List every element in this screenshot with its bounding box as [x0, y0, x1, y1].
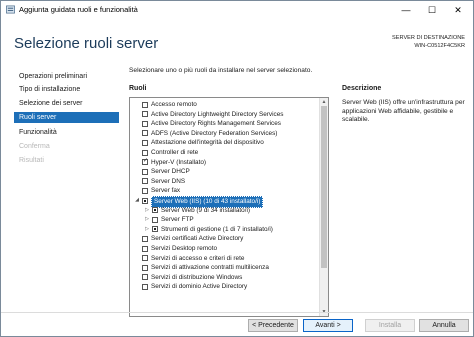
- role-label: Servizi di distribuzione Windows: [151, 273, 243, 281]
- role-label: Server DNS: [151, 177, 186, 185]
- role-row[interactable]: Servizi di attivazione contratti multili…: [130, 263, 316, 273]
- role-row[interactable]: Active Directory Rights Management Servi…: [130, 119, 316, 129]
- role-row[interactable]: ▷ Server Web (9 di 34 installato/i): [130, 206, 316, 216]
- role-row[interactable]: Attestazione dell'integrità del disposit…: [130, 138, 316, 148]
- destination-server-name: WIN-C0512F4C5KR: [414, 43, 465, 49]
- role-row[interactable]: Server fax: [130, 186, 316, 196]
- previous-button[interactable]: < Precedente: [248, 319, 298, 332]
- scroll-up-icon[interactable]: ▲: [320, 98, 328, 106]
- role-row[interactable]: Hyper-V (Installato): [130, 157, 316, 168]
- nav-item-tipo-installazione[interactable]: Tipo di installazione: [19, 84, 119, 95]
- role-row[interactable]: Server DHCP: [130, 167, 316, 177]
- scrollbar-thumb[interactable]: [321, 106, 327, 268]
- role-checkbox[interactable]: [142, 264, 148, 271]
- minimize-button[interactable]: —: [393, 1, 419, 19]
- role-row[interactable]: Server DNS: [130, 177, 316, 187]
- footer-divider: [1, 312, 473, 313]
- title-bar[interactable]: Aggiunta guidata ruoli e funzionalità — …: [1, 1, 473, 19]
- role-label: Servizi Desktop remoto: [151, 245, 218, 252]
- role-row[interactable]: Active Directory Lightweight Directory S…: [130, 110, 316, 120]
- role-label: Accesso remoto: [151, 101, 197, 108]
- close-button[interactable]: ✕: [445, 1, 471, 19]
- role-row[interactable]: Servizi di distribuzione Windows: [130, 273, 316, 283]
- role-label: Attestazione dell'integrità del disposit…: [151, 139, 264, 147]
- destination-label: SERVER DI DESTINAZIONE: [392, 35, 465, 41]
- role-row[interactable]: Controller di rete: [130, 148, 316, 158]
- maximize-button[interactable]: ☐: [419, 1, 445, 19]
- role-label: Servizi di dominio Active Directory: [151, 283, 248, 291]
- roles-scrollbar[interactable]: ▲ ▼: [319, 98, 328, 316]
- role-checkbox[interactable]: [142, 149, 148, 156]
- server-manager-icon: [6, 5, 15, 14]
- role-label: ADFS (Active Directory Federation Servic…: [151, 129, 278, 137]
- intro-text: Selezionare uno o più ruoli da installar…: [129, 67, 313, 74]
- role-checkbox[interactable]: [152, 216, 158, 223]
- role-checkbox[interactable]: [142, 101, 148, 108]
- next-button[interactable]: Avanti >: [303, 319, 353, 332]
- role-checkbox[interactable]: [142, 197, 148, 204]
- role-checkbox[interactable]: [142, 235, 148, 242]
- expand-closed-icon[interactable]: ▷: [144, 206, 150, 216]
- role-label: Servizi di accesso e criteri di rete: [151, 254, 245, 262]
- expand-closed-icon[interactable]: ▷: [144, 215, 150, 225]
- role-checkbox[interactable]: [142, 168, 148, 175]
- role-row[interactable]: ADFS (Active Directory Federation Servic…: [130, 129, 316, 139]
- main-content: Selezionare uno o più ruoli da installar…: [119, 67, 473, 317]
- role-checkbox[interactable]: [142, 139, 148, 146]
- role-checkbox[interactable]: [142, 111, 148, 118]
- role-checkbox[interactable]: [152, 207, 158, 214]
- role-label: Server fax: [151, 187, 181, 195]
- role-label: Active Directory Rights Management Servi…: [151, 120, 281, 128]
- role-row[interactable]: Servizi di dominio Active Directory: [130, 282, 316, 292]
- role-row[interactable]: Accesso remoto: [130, 100, 316, 110]
- nav-item-conferma: Conferma: [19, 143, 50, 150]
- role-checkbox[interactable]: [142, 187, 148, 194]
- role-label: Controller di rete: [151, 149, 199, 156]
- role-checkbox[interactable]: [142, 130, 148, 137]
- role-row[interactable]: ▷ Strumenti di gestione (1 di 7 installat…: [130, 225, 316, 235]
- nav-item-selezione-server[interactable]: Selezione dei server: [19, 98, 119, 109]
- role-label: Strumenti di gestione (1 di 7 installato…: [161, 225, 273, 233]
- role-label: Server Web (9 di 34 installato/i): [161, 206, 251, 214]
- role-row[interactable]: Servizi certificati Active Directory: [130, 234, 316, 244]
- role-checkbox[interactable]: [142, 274, 148, 281]
- role-label: Hyper-V (Installato): [151, 158, 207, 166]
- role-label: Servizi di attivazione contratti multili…: [151, 264, 269, 272]
- destination-server: SERVER DI DESTINAZIONE WIN-C0512F4C5KR: [392, 34, 465, 50]
- page-title: Selezione ruoli server: [14, 35, 159, 52]
- role-checkbox[interactable]: [142, 245, 148, 252]
- role-checkbox[interactable]: [152, 226, 158, 233]
- role-row[interactable]: ▷ Server FTP: [130, 215, 316, 225]
- role-checkbox[interactable]: [142, 120, 148, 127]
- role-row[interactable]: Servizi Desktop remoto: [130, 244, 316, 254]
- expand-open-icon[interactable]: ◢: [134, 196, 140, 206]
- description-header: Descrizione: [342, 85, 382, 92]
- install-button: Installa: [365, 319, 415, 332]
- role-label: Active Directory Lightweight Directory S…: [151, 110, 284, 118]
- role-row[interactable]: Servizi di accesso e criteri di rete: [130, 254, 316, 264]
- role-checkbox[interactable]: [142, 255, 148, 262]
- nav-item-ruoli-server[interactable]: Ruoli server: [14, 112, 119, 123]
- nav-item-risultati: Risultati: [19, 157, 44, 164]
- wizard-nav: Operazioni preliminari Tipo di installaz…: [1, 67, 119, 297]
- role-label: Server FTP: [161, 216, 194, 224]
- expand-closed-icon[interactable]: ▷: [144, 225, 150, 235]
- role-description: Server Web (IIS) offre un'infrastruttura…: [342, 99, 465, 124]
- wizard-header: Selezione ruoli server SERVER DI DESTINA…: [1, 19, 473, 65]
- role-checkbox[interactable]: [142, 157, 148, 167]
- window-title: Aggiunta guidata ruoli e funzionalità: [19, 5, 138, 14]
- roles-list[interactable]: ▲ ▼ Accesso remoto Active Directory Light…: [129, 97, 329, 317]
- role-label: Servizi certificati Active Directory: [151, 235, 244, 243]
- role-checkbox[interactable]: [142, 178, 148, 185]
- nav-item-funzionalita[interactable]: Funzionalità: [19, 127, 119, 138]
- role-checkbox[interactable]: [142, 283, 148, 290]
- cancel-button[interactable]: Annulla: [419, 319, 469, 332]
- role-row[interactable]: ◢ Server Web (IIS) (10 di 43 installato/i…: [130, 196, 316, 208]
- wizard-window: Aggiunta guidata ruoli e funzionalità — …: [0, 0, 474, 337]
- role-label: Server DHCP: [151, 168, 190, 176]
- roles-header: Ruoli: [129, 85, 147, 92]
- nav-item-operazioni-preliminari[interactable]: Operazioni preliminari: [19, 71, 119, 82]
